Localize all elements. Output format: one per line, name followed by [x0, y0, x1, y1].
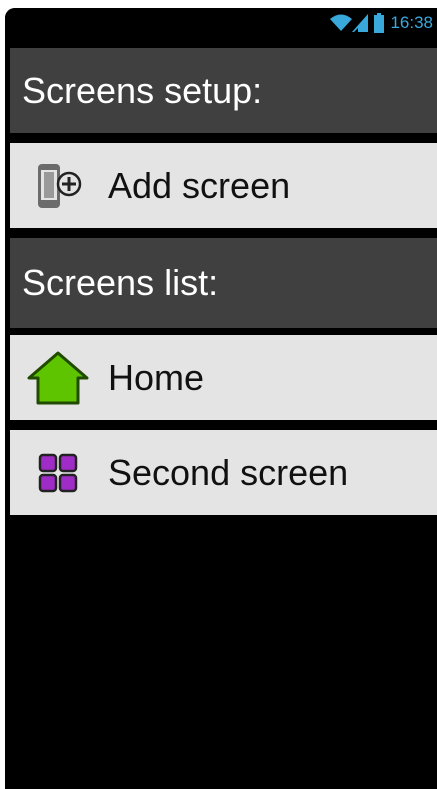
screens-list-header: Screens list:: [10, 238, 437, 328]
grid-icon: [24, 430, 92, 515]
battery-icon: [374, 13, 385, 33]
add-screen-icon: [24, 143, 92, 228]
screens-setup-title: Screens setup:: [22, 69, 263, 111]
phone-screen: 16:38 Screens setup: Add screen Screens …: [5, 8, 437, 789]
wifi-icon: [330, 14, 353, 32]
screen-item-home[interactable]: Home: [10, 335, 437, 420]
second-screen-label: Second screen: [108, 451, 349, 493]
screens-setup-header: Screens setup:: [10, 48, 437, 133]
screen-item-second[interactable]: Second screen: [10, 430, 437, 515]
status-bar: 16:38: [5, 8, 437, 38]
screens-list-title: Screens list:: [22, 262, 219, 303]
add-screen-label: Add screen: [108, 164, 291, 206]
add-screen-button[interactable]: Add screen: [10, 143, 437, 228]
home-label: Home: [108, 356, 205, 398]
signal-icon: [352, 14, 369, 32]
status-time: 16:38: [390, 13, 433, 32]
home-icon: [24, 335, 92, 420]
